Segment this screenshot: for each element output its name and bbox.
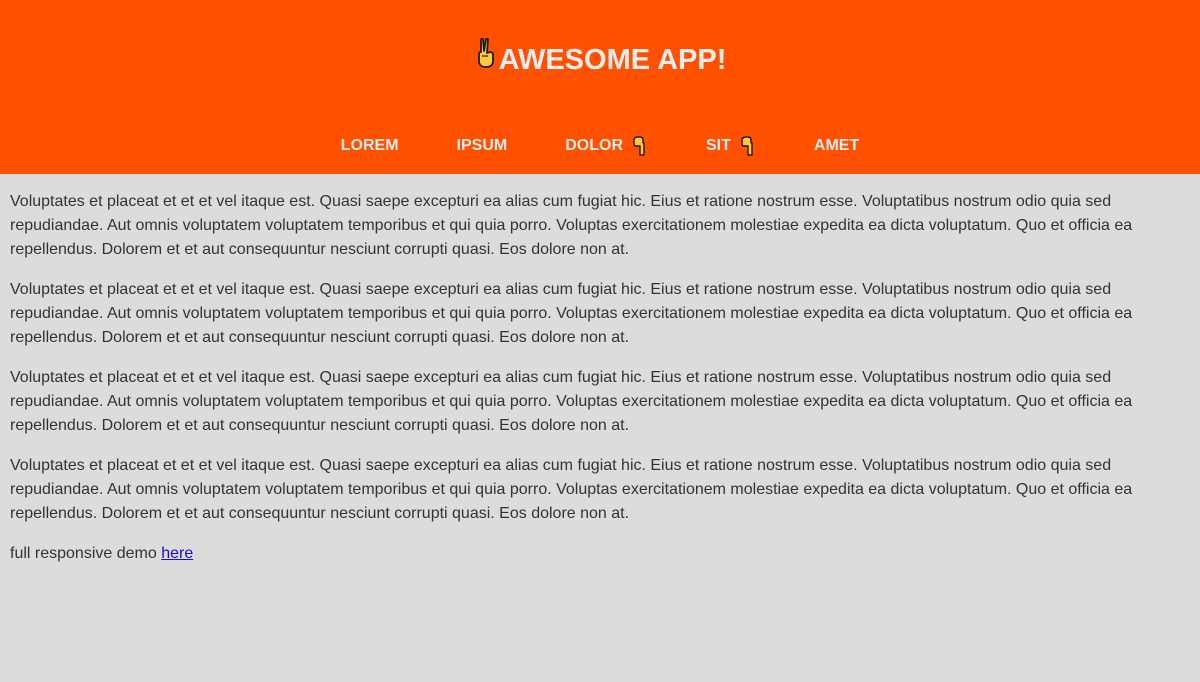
nav-item-dolor[interactable]: DOLOR	[536, 134, 677, 158]
app-header: AWESOME APP! LOREM IPSUM DOLOR SIT AMET	[0, 0, 1200, 174]
nav-item-label: AMET	[813, 137, 860, 154]
nav-item-ipsum[interactable]: IPSUM	[428, 134, 537, 158]
content-paragraph: Voluptates et placeat et et et vel itaqu…	[10, 457, 1133, 522]
app-title-text: AWESOME APP!	[498, 44, 727, 76]
pointing-down-hand-icon	[632, 136, 648, 156]
victory-hand-icon	[474, 37, 498, 79]
nav-item-label: SIT	[706, 137, 731, 154]
demo-footer-text: full responsive demo	[10, 545, 162, 562]
nav-item-label: LOREM	[340, 137, 399, 154]
nav-item-label: IPSUM	[456, 137, 508, 154]
nav-item-lorem[interactable]: LOREM	[312, 134, 428, 158]
nav-item-amet[interactable]: AMET	[785, 134, 888, 158]
main-nav: LOREM IPSUM DOLOR SIT AMET	[0, 134, 1200, 158]
nav-item-sit[interactable]: SIT	[677, 134, 785, 158]
content-paragraph: Voluptates et placeat et et et vel itaqu…	[10, 369, 1133, 434]
content-paragraph: Voluptates et placeat et et et vel itaqu…	[10, 193, 1133, 258]
pointing-down-hand-icon	[740, 136, 756, 156]
main-content: Voluptates et placeat et et et vel itaqu…	[0, 174, 1200, 566]
demo-link[interactable]: here	[161, 545, 193, 562]
app-title: AWESOME APP!	[0, 37, 1200, 82]
content-paragraph: Voluptates et placeat et et et vel itaqu…	[10, 281, 1133, 346]
nav-item-label: DOLOR	[565, 137, 623, 154]
demo-footer: full responsive demo here	[10, 542, 1150, 566]
